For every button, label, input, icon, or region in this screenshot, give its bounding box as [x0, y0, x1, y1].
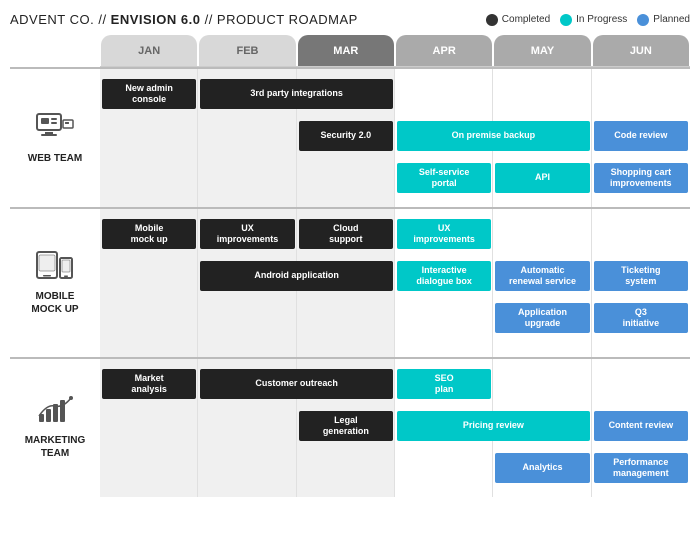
task-bar: Customer outreach	[200, 369, 393, 399]
task-bar: Performance management	[594, 453, 688, 483]
task-bar: On premise backup	[397, 121, 590, 151]
task-bar: Shopping cart improvements	[594, 163, 688, 193]
task-bar: Code review	[594, 121, 688, 151]
task-bar: New admin console	[102, 79, 196, 109]
completed-label: Completed	[502, 14, 550, 25]
month-may: MAY	[494, 35, 590, 66]
month-apr: APR	[396, 35, 492, 66]
completed-dot	[486, 14, 498, 26]
mobile-icon	[35, 250, 75, 286]
web-icon	[35, 112, 75, 148]
legend: Completed In Progress Planned	[486, 14, 690, 26]
task-bar: Interactive dialogue box	[397, 261, 491, 291]
mobile-team-label: MOBILEMOCK UP	[31, 290, 78, 316]
planned-dot	[637, 14, 649, 26]
month-feb: FEB	[199, 35, 295, 66]
task-bar: Q3 initiative	[594, 303, 688, 333]
task-bar: Market analysis	[102, 369, 196, 399]
web-team-label: WEB TEAM	[28, 152, 82, 165]
task-bar: UX improvements	[397, 219, 491, 249]
page: ADVENT CO. // ENVISION 6.0 // PRODUCT RO…	[0, 0, 700, 540]
legend-inprogress: In Progress	[560, 14, 627, 26]
mobile-section-row: Mobile mock upUX improvementsCloud suppo…	[100, 207, 690, 357]
month-mar: MAR	[298, 35, 394, 66]
task-bar: Mobile mock up	[102, 219, 196, 249]
task-bar: Legal generation	[299, 411, 393, 441]
task-bar: Ticketing system	[594, 261, 688, 291]
marketing-section-row: Market analysisCustomer outreachSEO plan…	[100, 357, 690, 497]
task-bar: Analytics	[495, 453, 589, 483]
months-row: JAN FEB MAR APR MAY JUN	[100, 35, 690, 67]
task-bar: Self-service portal	[397, 163, 491, 193]
content-col: JAN FEB MAR APR MAY JUN New	[100, 35, 690, 520]
task-bar: Application upgrade	[495, 303, 589, 333]
team-web: WEB TEAM	[10, 67, 100, 207]
month-jun: JUN	[593, 35, 689, 66]
header: ADVENT CO. // ENVISION 6.0 // PRODUCT RO…	[10, 12, 690, 27]
task-bar: Cloud support	[299, 219, 393, 249]
marketing-icon	[37, 396, 73, 430]
planned-label: Planned	[653, 14, 690, 25]
page-title: ADVENT CO. // ENVISION 6.0 // PRODUCT RO…	[10, 12, 358, 27]
legend-completed: Completed	[486, 14, 550, 26]
team-marketing: MARKETINGTEAM	[10, 357, 100, 497]
web-tasks-overlay: New admin console3rd party integrations S…	[100, 69, 690, 207]
task-bar: Content review	[594, 411, 688, 441]
task-bar: UX improvements	[200, 219, 294, 249]
web-section-row: New admin console3rd party integrations S…	[100, 67, 690, 207]
task-bar: Automatic renewal service	[495, 261, 589, 291]
marketing-tasks-overlay: Market analysisCustomer outreachSEO plan…	[100, 359, 690, 497]
task-bar: API	[495, 163, 589, 193]
inprogress-label: In Progress	[576, 14, 627, 25]
month-spacer	[10, 35, 100, 67]
team-mobile: MOBILEMOCK UP	[10, 207, 100, 357]
task-bar: SEO plan	[397, 369, 491, 399]
task-bar: Security 2.0	[299, 121, 393, 151]
marketing-team-label: MARKETINGTEAM	[25, 434, 86, 460]
month-jan: JAN	[101, 35, 197, 66]
task-bar: Pricing review	[397, 411, 590, 441]
team-col: WEB TEAM MOBILEMOCK UP	[10, 35, 100, 520]
inprogress-dot	[560, 14, 572, 26]
task-bar: Android application	[200, 261, 393, 291]
roadmap-grid: WEB TEAM MOBILEMOCK UP	[10, 35, 690, 520]
mobile-tasks-overlay: Mobile mock upUX improvementsCloud suppo…	[100, 209, 690, 357]
task-bar: 3rd party integrations	[200, 79, 393, 109]
legend-planned: Planned	[637, 14, 690, 26]
